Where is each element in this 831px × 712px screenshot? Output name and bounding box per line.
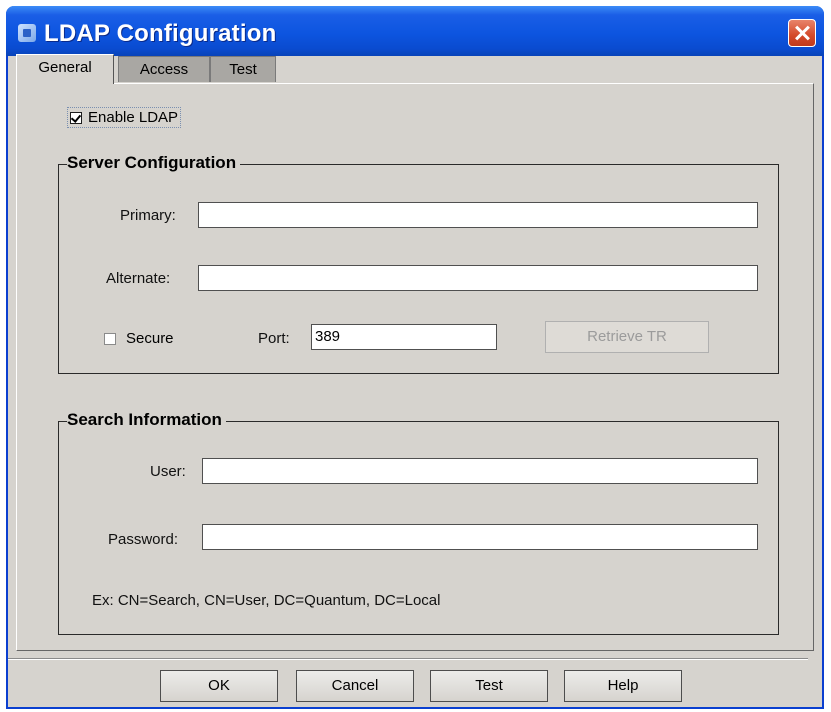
app-icon — [18, 24, 36, 42]
user-label: User: — [150, 463, 186, 480]
tab-access[interactable]: Access — [118, 56, 210, 82]
secure-checkbox[interactable]: Secure — [104, 330, 174, 347]
search-information-title: Search Information — [67, 410, 226, 430]
test-button[interactable]: Test — [430, 670, 548, 702]
cancel-button[interactable]: Cancel — [296, 670, 414, 702]
alternate-label: Alternate: — [106, 270, 171, 287]
enable-ldap-label: Enable LDAP — [88, 109, 179, 126]
user-input[interactable] — [202, 458, 758, 484]
checkbox-checked-icon[interactable] — [70, 111, 82, 124]
window-title: LDAP Configuration — [44, 20, 277, 47]
close-icon[interactable] — [788, 19, 816, 47]
password-label: Password: — [108, 531, 179, 548]
alternate-input[interactable] — [198, 265, 758, 291]
button-bar-separator — [8, 658, 808, 660]
primary-label: Primary: — [120, 207, 176, 224]
title-bar[interactable]: LDAP Configuration — [6, 6, 824, 56]
retrieve-tr-button[interactable]: Retrieve TR — [545, 321, 709, 353]
secure-label: Secure — [126, 330, 174, 347]
help-button[interactable]: Help — [564, 670, 682, 702]
primary-input[interactable] — [198, 202, 758, 228]
example-hint: Ex: CN=Search, CN=User, DC=Quantum, DC=L… — [92, 592, 441, 609]
server-configuration-title: Server Configuration — [67, 153, 241, 173]
checkbox-unchecked-icon[interactable] — [104, 332, 116, 345]
tab-test[interactable]: Test — [210, 56, 276, 82]
tab-general[interactable]: General — [16, 54, 114, 84]
enable-ldap-checkbox[interactable]: Enable LDAP — [67, 107, 182, 128]
port-input[interactable]: 389 — [311, 324, 497, 350]
ok-button[interactable]: OK — [160, 670, 278, 702]
port-label: Port: — [258, 330, 290, 347]
password-input[interactable] — [202, 524, 758, 550]
